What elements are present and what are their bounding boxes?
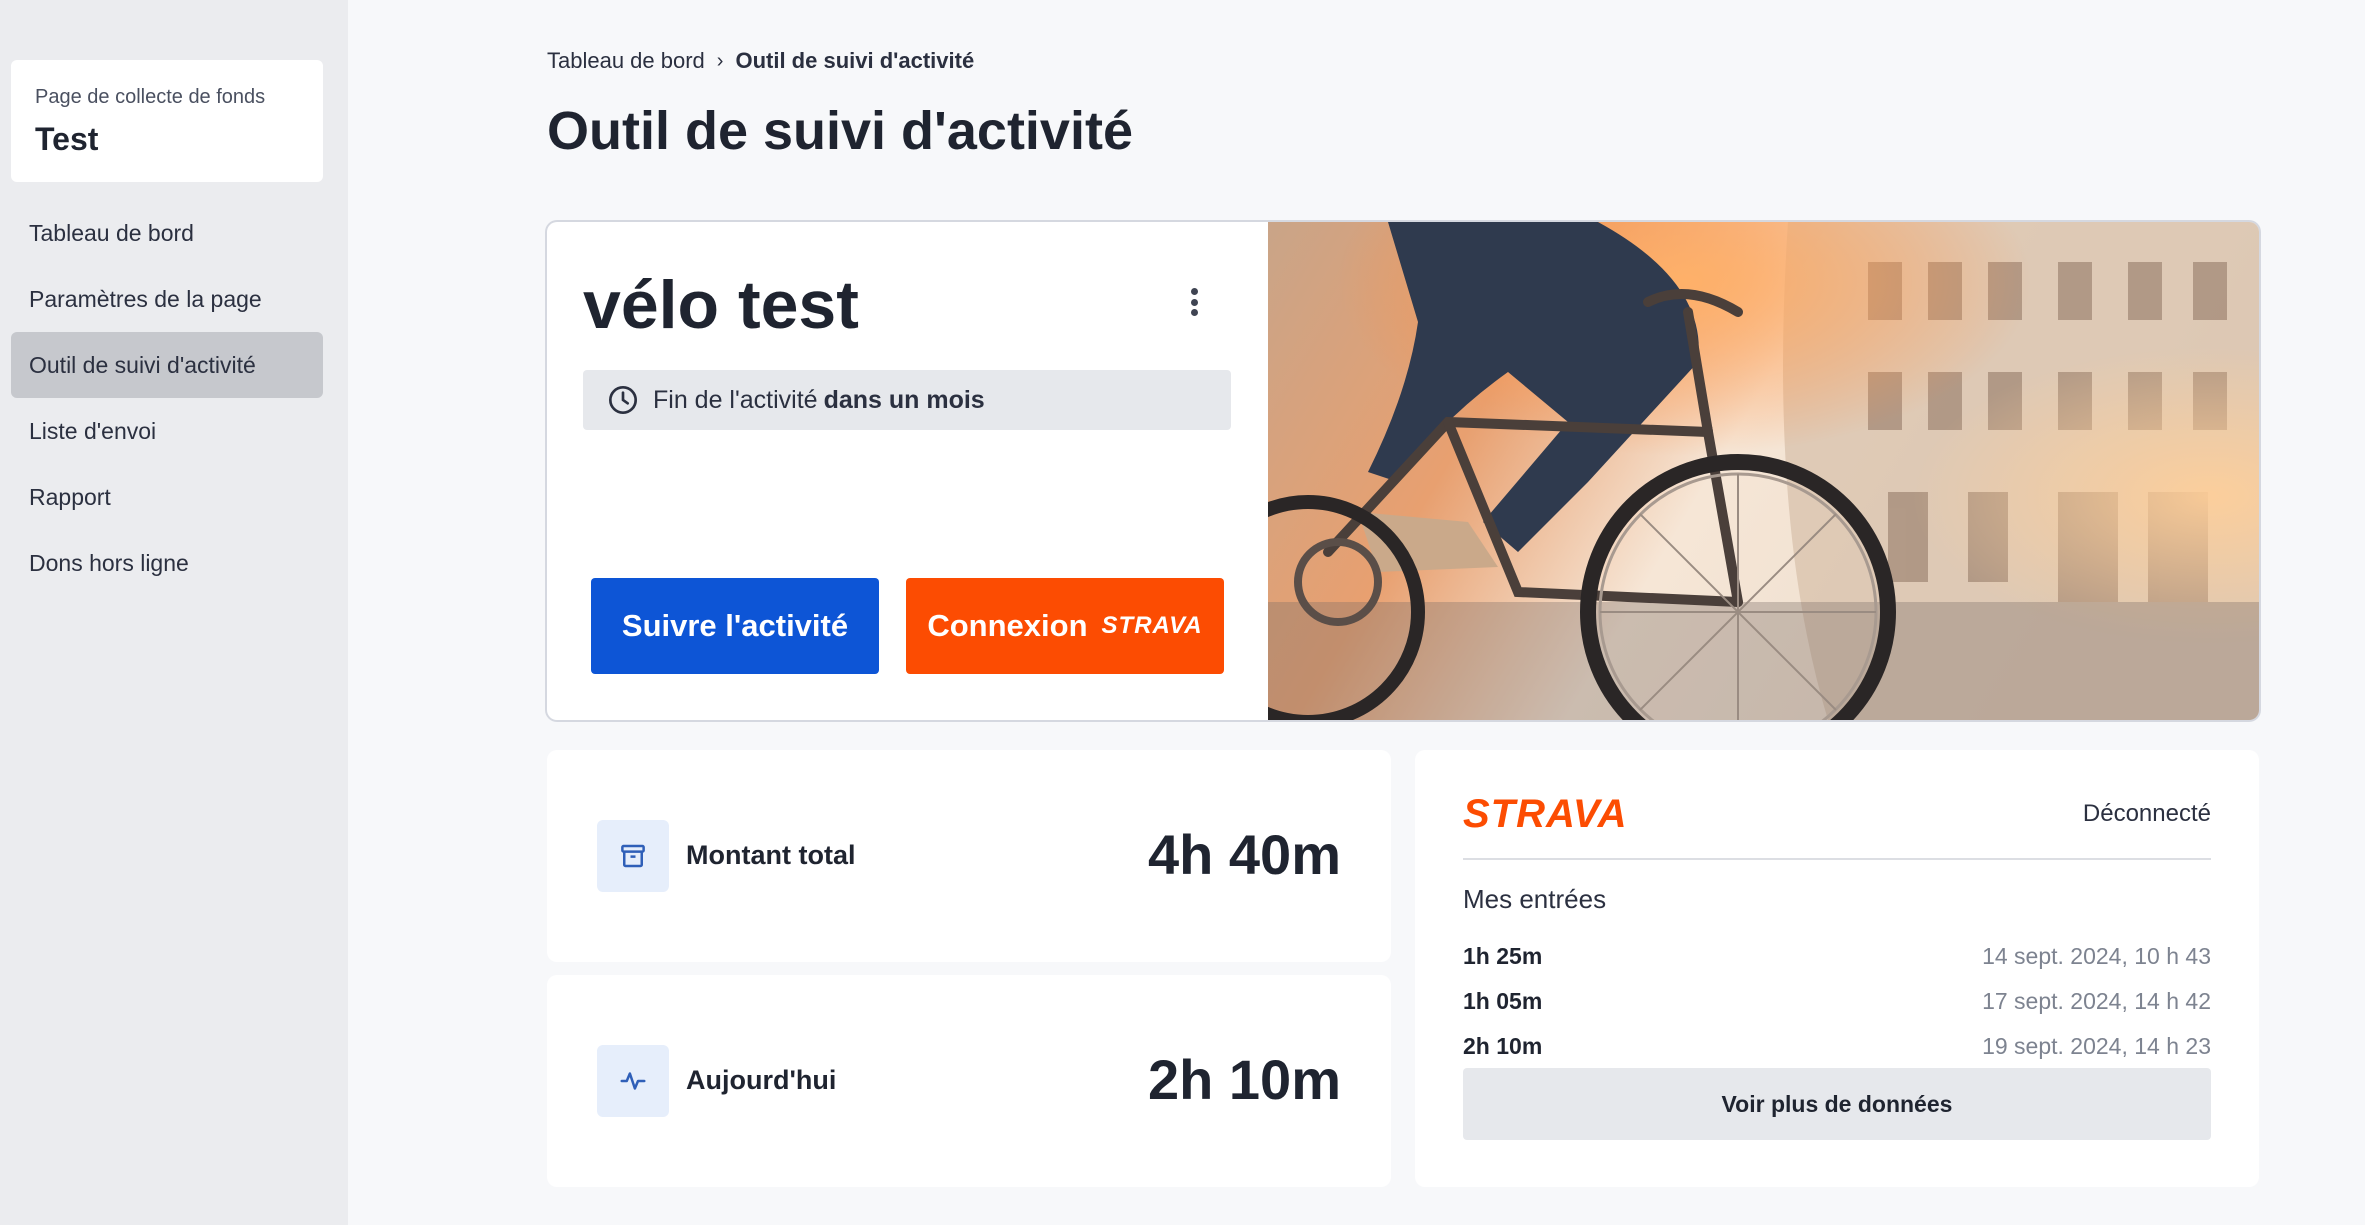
page-card-subtitle: Page de collecte de fonds (35, 86, 266, 108)
entry-date: 19 sept. 2024, 14 h 23 (1982, 1033, 2211, 1059)
entry-duration: 1h 25m (1463, 943, 1543, 969)
list-item: 1h 25m 14 sept. 2024, 10 h 43 (1463, 936, 2211, 981)
sidebar-item-dashboard[interactable]: Tableau de bord (11, 200, 323, 266)
total-amount-value: 4h 40m (1148, 823, 1341, 886)
more-options-icon[interactable] (1179, 282, 1209, 322)
entries-list: 1h 25m 14 sept. 2024, 10 h 43 1h 05m 17 … (1463, 936, 2211, 1066)
entry-duration: 2h 10m (1463, 1033, 1543, 1059)
activity-end-prefix: Fin de l'activité (653, 385, 818, 414)
today-value: 2h 10m (1148, 1048, 1341, 1111)
pulse-icon (597, 1045, 669, 1117)
follow-activity-label: Suivre l'activité (621, 608, 849, 643)
breadcrumb: Tableau de bord › Outil de suivi d'activ… (547, 48, 974, 74)
sidebar-item-report[interactable]: Rapport (11, 464, 323, 530)
archive-box-icon (597, 820, 669, 892)
total-amount-label: Montant total (686, 840, 856, 870)
sidebar-item-page-settings[interactable]: Paramètres de la page (11, 266, 323, 332)
sidebar: Page de collecte de fonds Test Tableau d… (0, 0, 348, 1225)
fundraising-page-card[interactable]: Page de collecte de fonds Test (11, 60, 323, 182)
strava-logo-icon: STRAVA (1101, 612, 1203, 639)
divider (1463, 858, 2211, 860)
entry-date: 14 sept. 2024, 10 h 43 (1982, 943, 2211, 969)
strava-connect-label: Connexion (927, 608, 1088, 643)
entries-title: Mes entrées (1463, 884, 1607, 914)
strava-connect-button[interactable]: Connexion STRAVA (906, 578, 1224, 674)
clock-icon (609, 386, 637, 414)
strava-card: STRAVA Déconnecté Mes entrées 1h 25m 14 … (1415, 750, 2259, 1187)
page-card-name: Test (35, 121, 99, 157)
entry-date: 17 sept. 2024, 14 h 42 (1982, 988, 2211, 1014)
follow-activity-button[interactable]: Suivre l'activité (591, 578, 879, 674)
sidebar-nav: Tableau de bord Paramètres de la page Ou… (11, 200, 323, 596)
activity-cover-image (1268, 222, 2259, 720)
activity-card: vélo test Fin de l'activité dans un mois… (547, 222, 2259, 720)
list-item: 1h 05m 17 sept. 2024, 14 h 42 (1463, 981, 2211, 1026)
page-title: Outil de suivi d'activité (547, 101, 1133, 161)
activity-end-info: Fin de l'activité dans un mois (583, 370, 1231, 430)
entry-duration: 1h 05m (1463, 988, 1543, 1014)
breadcrumb-current: Outil de suivi d'activité (735, 48, 975, 73)
sidebar-item-mailing-list[interactable]: Liste d'envoi (11, 398, 323, 464)
list-item: 2h 10m 19 sept. 2024, 14 h 23 (1463, 1026, 2211, 1066)
total-amount-card: Montant total 4h 40m (547, 750, 1391, 962)
sidebar-item-offline-donations[interactable]: Dons hors ligne (11, 530, 323, 596)
breadcrumb-link-dashboard[interactable]: Tableau de bord (547, 48, 705, 74)
view-more-data-button[interactable]: Voir plus de données (1463, 1068, 2211, 1140)
today-card: Aujourd'hui 2h 10m (547, 975, 1391, 1187)
sidebar-item-activity-tracker[interactable]: Outil de suivi d'activité (11, 332, 323, 398)
activity-end-value: dans un mois (823, 385, 985, 414)
chevron-right-icon: › (716, 49, 724, 72)
strava-connection-status: Déconnecté (2082, 800, 2211, 827)
activity-info: vélo test Fin de l'activité dans un mois… (547, 222, 1267, 720)
view-more-data-label: Voir plus de données (1721, 1090, 1953, 1117)
today-label: Aujourd'hui (686, 1065, 837, 1095)
strava-logo: STRAVA (1463, 792, 1628, 836)
activity-name: vélo test (583, 267, 859, 343)
